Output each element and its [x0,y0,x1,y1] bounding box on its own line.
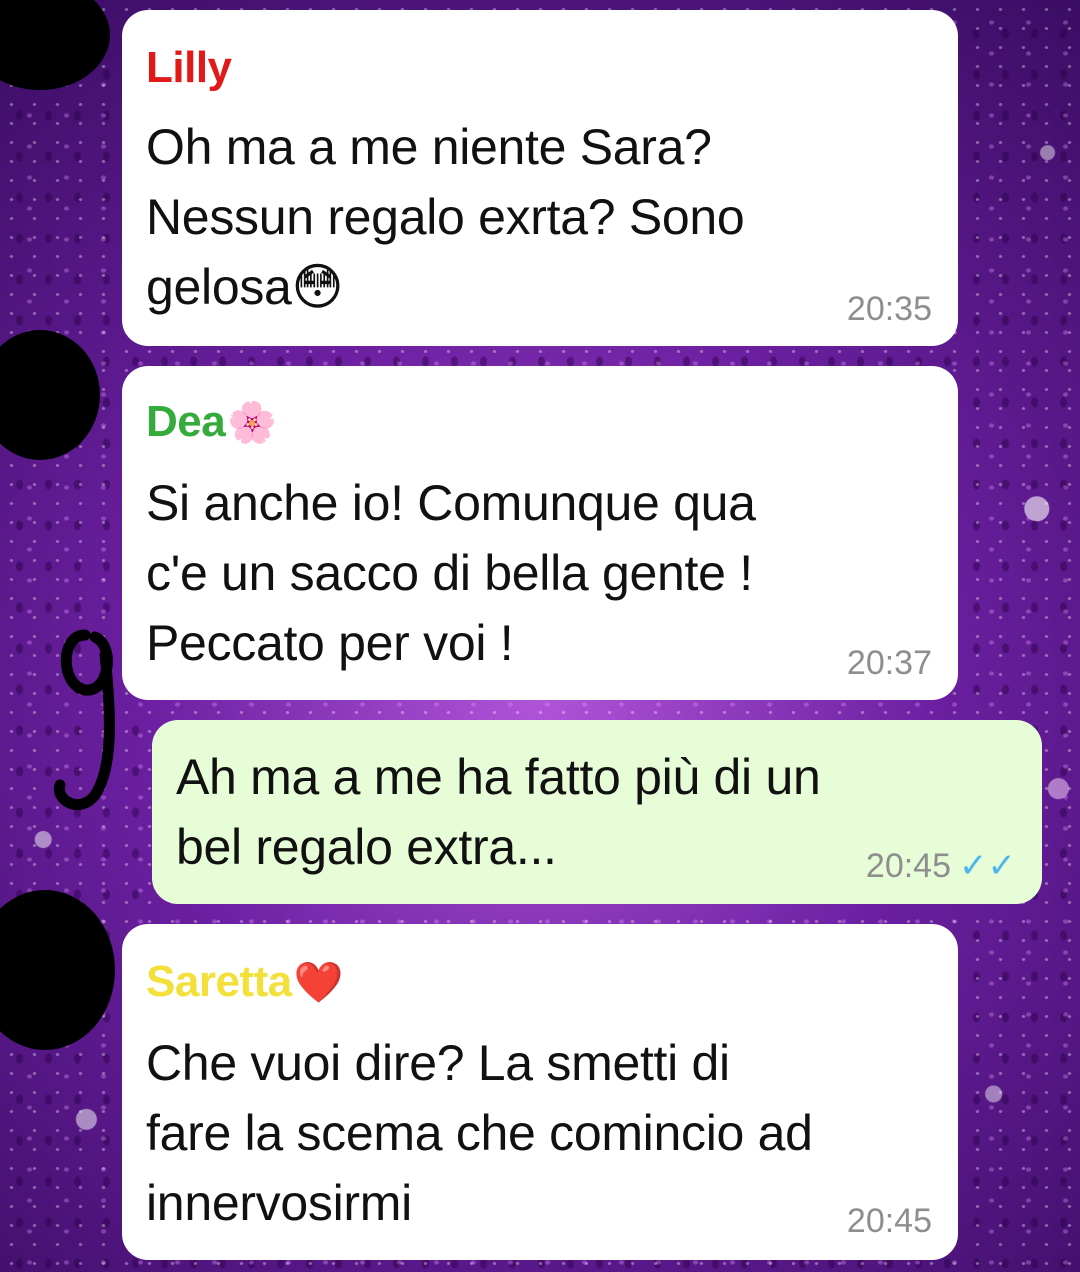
sender-name: Lilly [146,43,232,92]
sender-name: Dea🌸 [146,397,277,446]
message-time: 20:35 [846,290,932,328]
message-bubble-incoming[interactable]: Dea🌸 Si anche io! Comunque qua c'e un sa… [122,366,958,700]
message-time: 20:45 [846,1202,932,1240]
red-heart-icon: ❤️ [293,961,344,1005]
read-double-check-icon: ✓✓ [959,847,1016,885]
message-text: Oh ma a me niente Sara? Nessun regalo ex… [146,119,745,315]
message-text: Che vuoi dire? La smetti di fare la scem… [146,1035,813,1231]
message-text: Si anche io! Comunque qua c'e un sacco d… [146,475,756,671]
cherry-blossom-icon: 🌸 [227,401,277,445]
message-time: 20:37 [846,644,932,682]
message-bubble-outgoing[interactable]: Ah ma a me ha fatto più di un bel regalo… [152,720,1042,904]
sender-name: Saretta❤️ [146,957,344,1006]
message-bubble-incoming[interactable]: Saretta❤️ Che vuoi dire? La smetti di fa… [122,924,958,1260]
message-time: 20:45 ✓✓ [865,847,1016,885]
message-bubble-incoming[interactable]: Lilly Oh ma a me niente Sara? Nessun reg… [122,10,958,346]
message-text: Ah ma a me ha fatto più di un bel regalo… [176,749,821,875]
